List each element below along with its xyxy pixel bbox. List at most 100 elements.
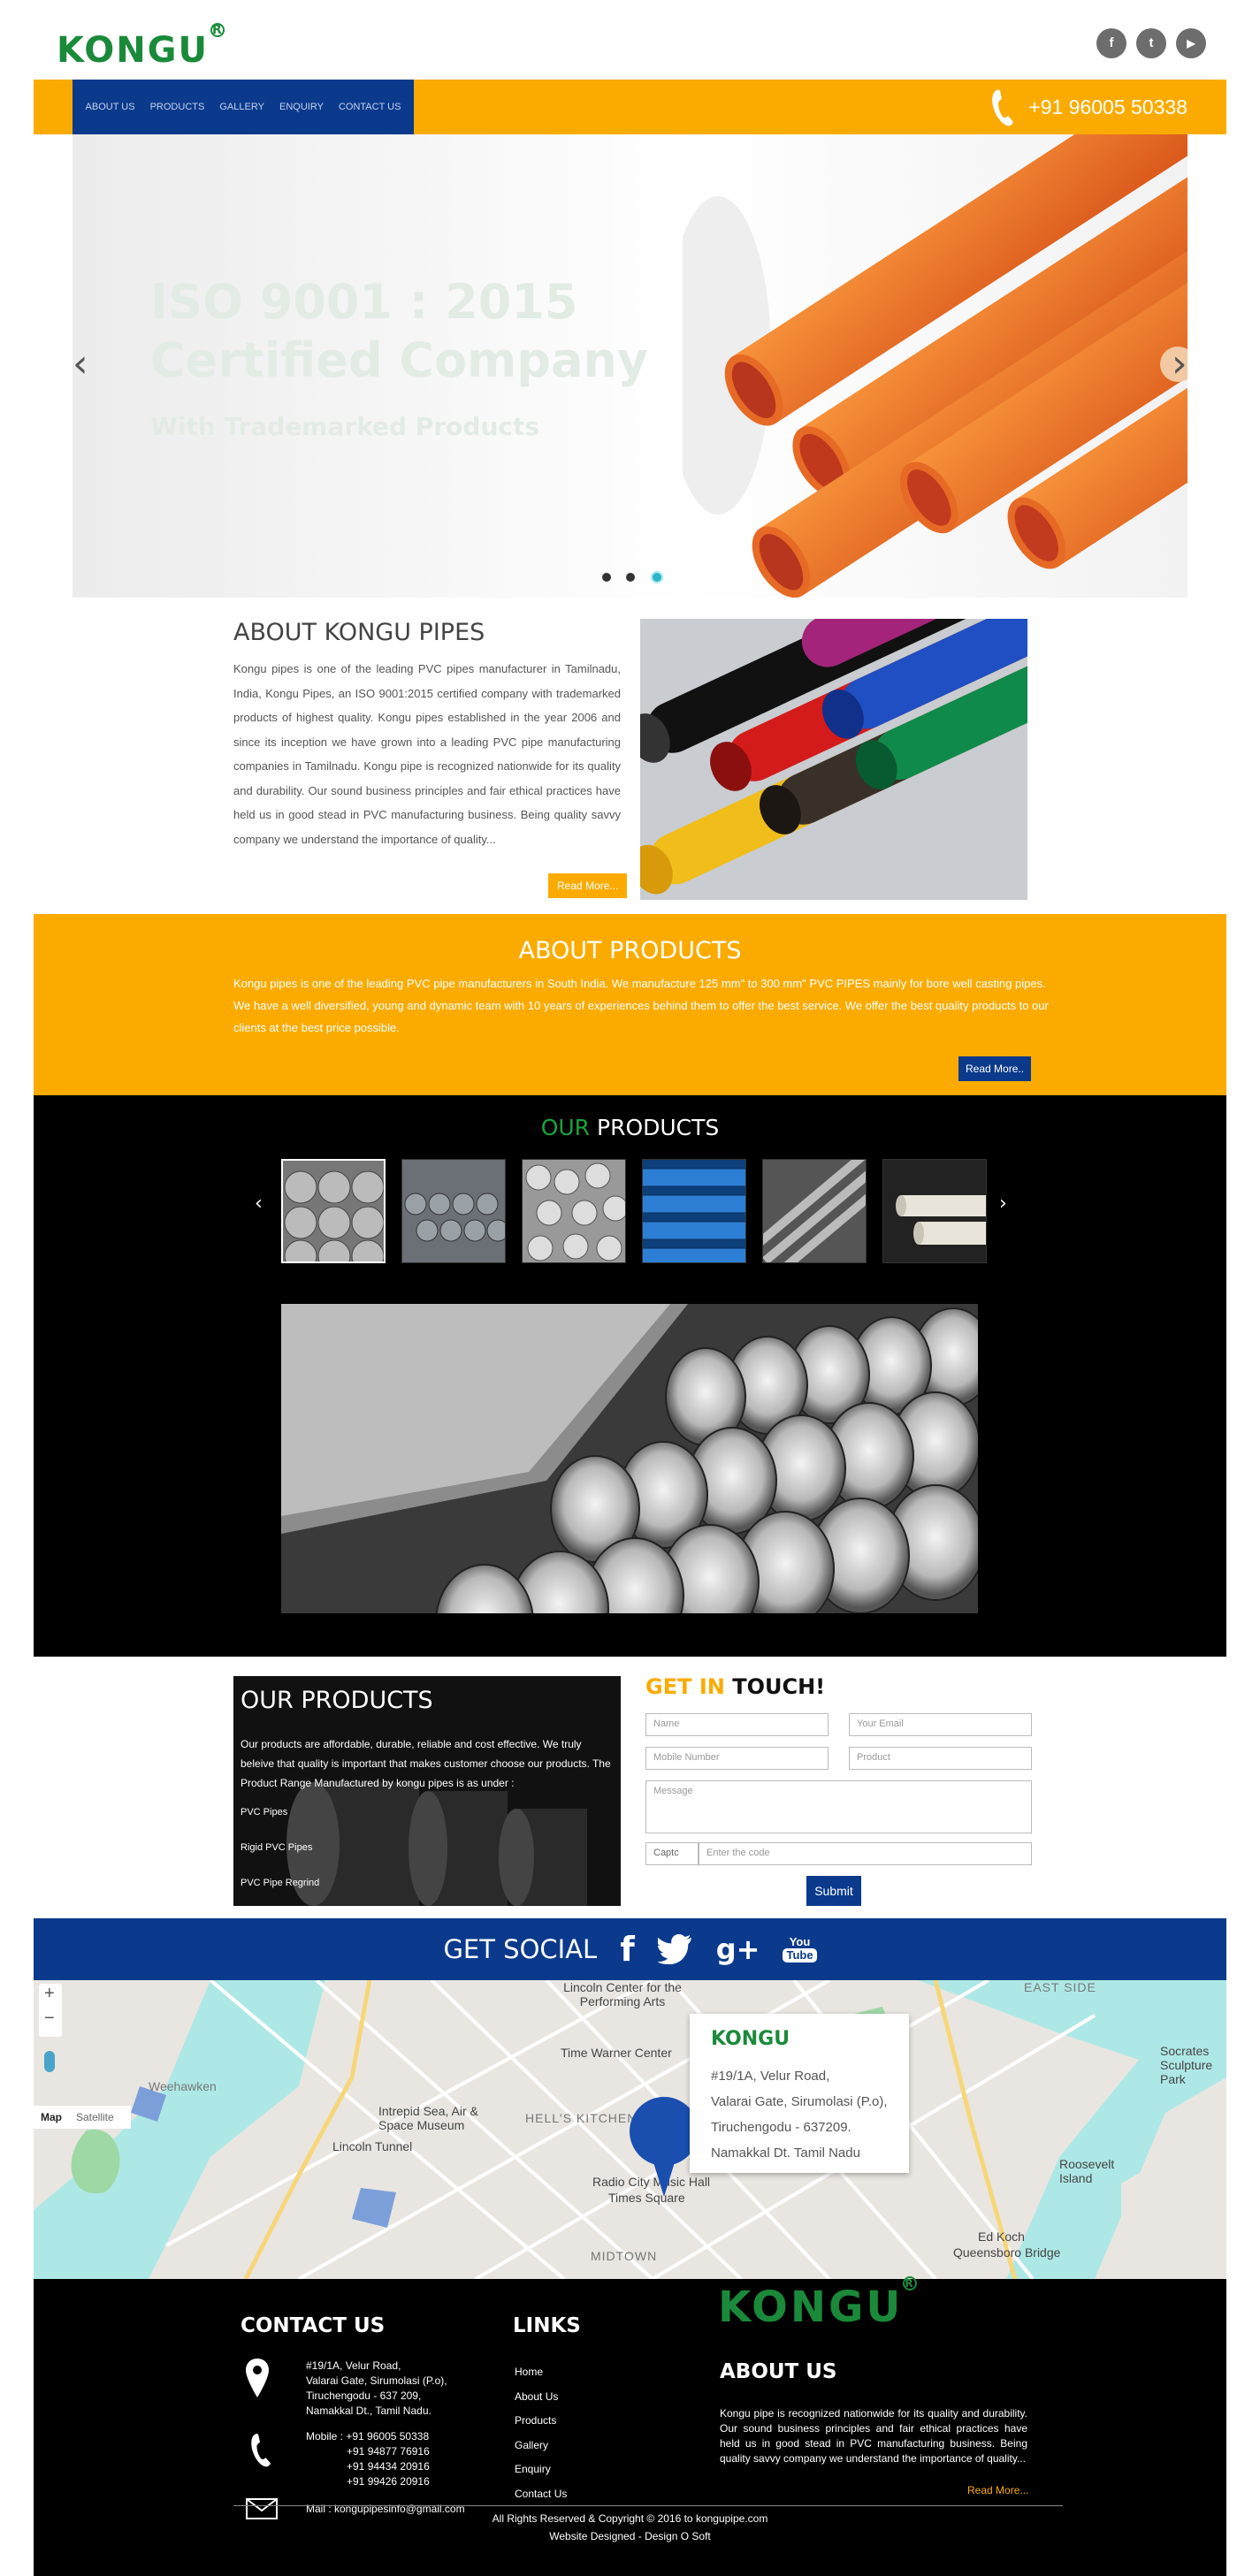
- twitter-icon[interactable]: t: [1136, 28, 1166, 58]
- email-input[interactable]: Your Email: [849, 1713, 1032, 1736]
- registered-mark: R: [903, 2276, 918, 2290]
- google-plus-icon[interactable]: g+: [716, 1932, 760, 1966]
- map-type-map[interactable]: Map: [34, 2111, 69, 2123]
- map-label: Socrates Sculpture Park: [1160, 2044, 1213, 2086]
- product-input[interactable]: Product: [849, 1747, 1032, 1770]
- footer-link-home[interactable]: Home: [515, 2366, 543, 2378]
- gallery-next-arrow[interactable]: ›: [999, 1193, 1007, 1215]
- footer-logo: KONGU R: [718, 2276, 918, 2332]
- name-input[interactable]: Name: [645, 1713, 829, 1736]
- site-header: KONGUR f t ▶: [0, 0, 1260, 78]
- social-title: GET SOCIAL: [443, 1934, 598, 1964]
- address-line: Namakkal Dt., Tamil Nadu.: [306, 2405, 431, 2417]
- title-rest: PRODUCTS: [590, 1115, 720, 1140]
- nav-gallery[interactable]: GALLERY: [219, 102, 264, 112]
- map-label: Ed Koch: [978, 2229, 1025, 2244]
- nav-contact-us[interactable]: CONTACT US: [339, 102, 401, 112]
- footer-about-text: Kongu pipe is recognized nationwide for …: [720, 2407, 1027, 2465]
- location-map[interactable]: + − Map Satellite Lincoln Center for the…: [34, 1980, 1226, 2279]
- mobile-number: +91 99426 20916: [347, 2475, 430, 2488]
- hero-slider: ISO 9001 : 2015 Certified Company With T…: [73, 134, 1187, 598]
- footer-link-enquiry[interactable]: Enquiry: [515, 2463, 551, 2475]
- card-line: Valarai Gate, Sirumolasi (P.o),: [711, 2094, 888, 2109]
- footer-link-gallery[interactable]: Gallery: [515, 2439, 548, 2451]
- card-line: Namakkal Dt. Tamil Nadu: [711, 2145, 860, 2161]
- facebook-icon[interactable]: f: [620, 1930, 635, 1969]
- product-thumb-5[interactable]: [762, 1159, 867, 1263]
- mobile-number: +91 94877 76916: [347, 2445, 430, 2458]
- about-products-section: ABOUT PRODUCTS Kongu pipes is one of the…: [34, 914, 1226, 1095]
- footer-contact-title: CONTACT US: [241, 2314, 386, 2337]
- map-label: Roosevelt Island: [1059, 2157, 1115, 2185]
- footer-copyright: All Rights Reserved & Copyright © 2016 t…: [492, 2512, 768, 2525]
- slider-prev-arrow[interactable]: ‹: [73, 341, 88, 386]
- map-type-satellite[interactable]: Satellite: [69, 2111, 121, 2123]
- message-textarea[interactable]: Message: [645, 1780, 1032, 1833]
- zoom-out-button[interactable]: −: [44, 2008, 55, 2029]
- map-label: Lincoln Center for the Performing Arts: [563, 1980, 682, 2008]
- footer-divider: [233, 2505, 1063, 2506]
- nav-about-us[interactable]: ABOUT US: [86, 102, 135, 112]
- slider-dot-1[interactable]: [602, 573, 611, 582]
- social-bar: GET SOCIAL f g+ You Tube: [34, 1918, 1226, 1980]
- address-line: #19/1A, Velur Road,: [306, 2359, 401, 2372]
- slider-dot-3-active[interactable]: [651, 571, 663, 583]
- address-line: Valarai Gate, Sirumolasi (P.o),: [306, 2374, 447, 2387]
- youtube-tube: Tube: [783, 1948, 817, 1962]
- map-label: Intrepid Sea, Air & Space Museum: [378, 2104, 478, 2132]
- facebook-icon[interactable]: f: [1096, 28, 1126, 58]
- product-thumb-2[interactable]: [401, 1159, 506, 1263]
- about-products-read-more-button[interactable]: Read More..: [958, 1056, 1032, 1081]
- contact-form-title: GET IN TOUCH!: [645, 1674, 825, 1699]
- street-view-pegman-icon[interactable]: [44, 2051, 55, 2072]
- nav-bar: ABOUT US PRODUCTS GALLERY ENQUIRY CONTAC…: [34, 80, 1226, 134]
- map-label: Time Warner Center: [561, 2046, 672, 2060]
- submit-button[interactable]: Submit: [806, 1876, 861, 1906]
- map-label: Lincoln Tunnel: [332, 2139, 413, 2153]
- footer-read-more[interactable]: Read More...: [967, 2484, 1028, 2496]
- about-read-more-button[interactable]: Read More...: [548, 873, 628, 898]
- product-thumb-4[interactable]: [642, 1159, 746, 1263]
- product-item: PVC Pipe Regrind: [241, 1878, 320, 1888]
- product-thumb-6[interactable]: [882, 1159, 987, 1263]
- products-box-text: Our products are affordable, durable, re…: [241, 1738, 611, 1789]
- about-image-colored-pipes: [640, 619, 1027, 900]
- map-label: Weehawken: [149, 2079, 217, 2093]
- youtube-icon[interactable]: ▶: [1176, 28, 1206, 58]
- slide-image-orange-pipes: [683, 134, 1187, 598]
- youtube-icon[interactable]: You Tube: [783, 1936, 817, 1962]
- mobile-input[interactable]: Mobile Number: [645, 1747, 829, 1770]
- our-products-title: OUR PRODUCTS: [34, 1115, 1226, 1140]
- footer-mobiles: +91 94877 76916 +91 94434 20916 +91 9942…: [347, 2444, 430, 2489]
- address-line: Tiruchengodu - 637 209,: [306, 2389, 422, 2402]
- nav-enquiry[interactable]: ENQUIRY: [279, 102, 324, 112]
- slider-next-arrow[interactable]: ›: [1172, 341, 1187, 386]
- gallery-prev-arrow[interactable]: ‹: [255, 1193, 263, 1215]
- product-large-image: [281, 1304, 978, 1613]
- captcha-code-input[interactable]: Enter the code: [699, 1842, 1032, 1865]
- map-marker-tail: [649, 2148, 679, 2197]
- map-label: HELL'S KITCHEN: [525, 2111, 638, 2125]
- footer-link-about-us[interactable]: About Us: [515, 2390, 558, 2403]
- about-section: ABOUT KONGU PIPES Kongu pipes is one of …: [233, 619, 621, 851]
- about-title: ABOUT KONGU PIPES: [233, 619, 485, 646]
- main-menu: ABOUT US PRODUCTS GALLERY ENQUIRY CONTAC…: [73, 80, 414, 134]
- site-logo[interactable]: KONGUR: [57, 22, 225, 71]
- footer-links-title: LINKS: [513, 2314, 581, 2337]
- site-footer: CONTACT US #19/1A, Velur Road, Valarai G…: [34, 2276, 1226, 2576]
- nav-products[interactable]: PRODUCTS: [150, 102, 205, 112]
- mobile-number: +91 94434 20916: [347, 2460, 430, 2473]
- slide-heading-line2: Certified Company: [150, 332, 649, 388]
- slider-dot-2[interactable]: [626, 573, 635, 582]
- product-thumb-1[interactable]: [281, 1159, 386, 1263]
- twitter-icon[interactable]: [657, 1934, 693, 1964]
- map-label: EAST SIDE: [1024, 1980, 1096, 1994]
- product-item: Rigid PVC Pipes: [241, 1842, 313, 1853]
- zoom-in-button[interactable]: +: [44, 1984, 55, 2004]
- product-thumb-3[interactable]: [522, 1159, 626, 1263]
- header-phone[interactable]: +91 96005 50338: [989, 87, 1187, 127]
- footer-link-products[interactable]: Products: [515, 2414, 556, 2427]
- footer-address: #19/1A, Velur Road, Valarai Gate, Sirumo…: [306, 2359, 447, 2419]
- product-item: PVC Pipes: [241, 1807, 288, 1818]
- footer-link-contact-us[interactable]: Contact Us: [515, 2488, 567, 2500]
